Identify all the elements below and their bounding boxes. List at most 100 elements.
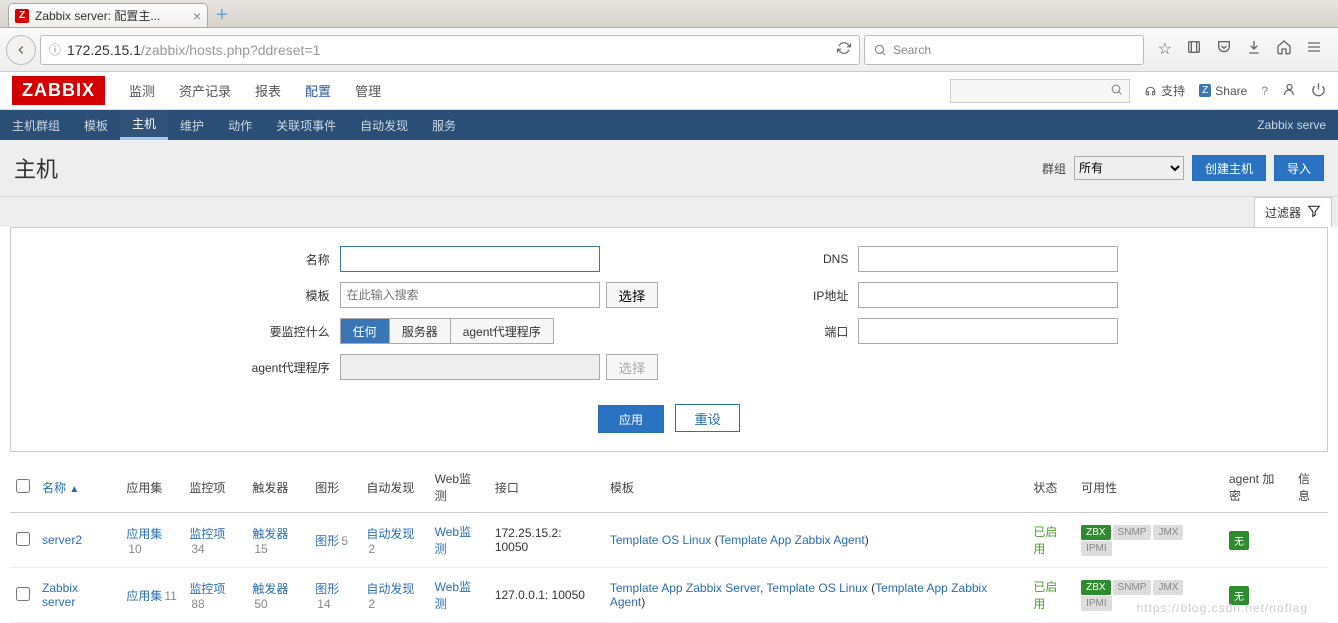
subnav-hosts[interactable]: 主机 <box>120 110 168 140</box>
zabbix-search[interactable] <box>950 79 1130 103</box>
col-templates[interactable]: 模板 <box>604 462 1027 513</box>
web-link[interactable]: Web监测 <box>435 580 471 611</box>
row-checkbox[interactable] <box>16 532 30 546</box>
items-count: 88 <box>191 597 204 611</box>
apps-link[interactable]: 应用集 <box>126 527 162 541</box>
monitor-opt-agent[interactable]: agent代理程序 <box>451 319 553 343</box>
host-name-link[interactable]: Zabbix server <box>42 581 78 609</box>
template-link[interactable]: Template App Zabbix Agent <box>719 533 865 547</box>
filter-apply-button[interactable]: 应用 <box>598 405 664 433</box>
info-cell <box>1292 513 1328 568</box>
avail-badge-ipmi: IPMI <box>1081 541 1112 556</box>
discovery-link[interactable]: 自动发现 <box>366 527 414 541</box>
discovery-link[interactable]: 自动发现 <box>366 582 414 596</box>
col-enc[interactable]: agent 加密 <box>1223 462 1292 513</box>
filter-reset-button[interactable]: 重设 <box>675 404 740 432</box>
template-link[interactable]: Template App Zabbix Server <box>610 581 760 595</box>
new-tab-button[interactable]: + <box>208 4 236 27</box>
avail-badge-zbx: ZBX <box>1081 525 1110 540</box>
select-all-checkbox[interactable] <box>16 479 30 493</box>
filter-name-input[interactable] <box>340 246 600 272</box>
browser-tab[interactable]: Z Zabbix server: 配置主... × <box>8 3 208 27</box>
subnav-actions[interactable]: 动作 <box>216 110 264 140</box>
nav-administration[interactable]: 管理 <box>345 71 391 110</box>
col-web[interactable]: Web监测 <box>429 462 489 513</box>
monitor-opt-any[interactable]: 任何 <box>341 319 390 343</box>
interface-cell: 127.0.0.1: 10050 <box>489 568 604 623</box>
nav-inventory[interactable]: 资产记录 <box>169 71 241 110</box>
subnav-maintenance[interactable]: 维护 <box>168 110 216 140</box>
search-icon <box>1110 83 1123 99</box>
interface-cell: 172.25.15.2: 10050 <box>489 513 604 568</box>
topnav-menu: 监测 资产记录 报表 配置 管理 <box>119 71 391 110</box>
templates-cell: Template App Zabbix Server, Template OS … <box>604 568 1027 623</box>
discovery-count: 2 <box>368 597 375 611</box>
user-icon[interactable] <box>1282 82 1297 100</box>
triggers-link[interactable]: 触发器 <box>252 582 288 596</box>
subnav-host-groups[interactable]: 主机群组 <box>0 110 72 140</box>
col-discovery[interactable]: 自动发现 <box>360 462 428 513</box>
filter-proxy-label: agent代理程序 <box>220 359 340 376</box>
nav-configuration[interactable]: 配置 <box>295 71 341 110</box>
items-link[interactable]: 监控项 <box>189 527 225 541</box>
encryption-badge: 无 <box>1229 531 1249 550</box>
col-name[interactable]: 名称 ▲ <box>36 462 120 513</box>
col-info[interactable]: 信息 <box>1292 462 1328 513</box>
filter-port-input[interactable] <box>858 318 1118 344</box>
filter-template-select-button[interactable]: 选择 <box>606 282 659 308</box>
template-link[interactable]: Template OS Linux <box>610 533 711 547</box>
zabbix-logo[interactable]: ZABBIX <box>12 76 105 105</box>
create-host-button[interactable]: 创建主机 <box>1192 155 1266 181</box>
apps-link[interactable]: 应用集 <box>126 589 162 603</box>
filter-dns-input[interactable] <box>858 246 1118 272</box>
url-bar[interactable]: ⓘ 172.25.15.1/zabbix/hosts.php?ddreset=1 <box>40 35 860 65</box>
group-select[interactable]: 所有 <box>1074 156 1184 180</box>
pocket-icon[interactable] <box>1216 39 1232 60</box>
menu-icon[interactable] <box>1306 39 1322 60</box>
downloads-icon[interactable] <box>1246 39 1262 60</box>
row-checkbox[interactable] <box>16 587 30 601</box>
host-name-link[interactable]: server2 <box>42 533 82 547</box>
graphs-link[interactable]: 图形 <box>315 582 339 596</box>
nav-monitoring[interactable]: 监测 <box>119 71 165 110</box>
status-link[interactable]: 已启用 <box>1033 580 1057 611</box>
close-tab-icon[interactable]: × <box>193 9 201 23</box>
subnav-discovery[interactable]: 自动发现 <box>348 110 420 140</box>
site-info-icon[interactable]: ⓘ <box>49 41 61 58</box>
filter-tab[interactable]: 过滤器 <box>1254 197 1332 227</box>
browser-toolbar-icons: ☆ <box>1148 39 1332 60</box>
support-link[interactable]: 支持 <box>1144 82 1185 99</box>
nav-reports[interactable]: 报表 <box>245 71 291 110</box>
share-link[interactable]: Z Share <box>1199 84 1247 98</box>
col-apps[interactable]: 应用集 <box>120 462 183 513</box>
filter-monitor-label: 要监控什么 <box>220 323 340 340</box>
subnav-templates[interactable]: 模板 <box>72 110 120 140</box>
filter-template-input[interactable] <box>340 282 600 308</box>
power-icon[interactable] <box>1311 82 1326 100</box>
back-button[interactable] <box>6 35 36 65</box>
col-iface[interactable]: 接口 <box>489 462 604 513</box>
filter-ip-input[interactable] <box>858 282 1118 308</box>
triggers-link[interactable]: 触发器 <box>252 527 288 541</box>
bookmark-icon[interactable]: ☆ <box>1158 39 1172 60</box>
items-link[interactable]: 监控项 <box>189 582 225 596</box>
headset-icon <box>1144 84 1157 97</box>
col-items[interactable]: 监控项 <box>183 462 246 513</box>
col-triggers[interactable]: 触发器 <box>246 462 309 513</box>
help-icon[interactable]: ? <box>1261 84 1268 98</box>
subnav-services[interactable]: 服务 <box>420 110 468 140</box>
col-status[interactable]: 状态 <box>1027 462 1075 513</box>
col-avail[interactable]: 可用性 <box>1075 462 1223 513</box>
reload-icon[interactable] <box>837 41 855 58</box>
subnav-correlation[interactable]: 关联项事件 <box>264 110 348 140</box>
col-graphs[interactable]: 图形 <box>309 462 360 513</box>
avail-badge-snmp: SNMP <box>1113 580 1152 595</box>
triggers-count: 15 <box>254 542 267 556</box>
template-link[interactable]: Template OS Linux <box>766 581 867 595</box>
library-icon[interactable] <box>1186 39 1202 60</box>
home-icon[interactable] <box>1276 39 1292 60</box>
import-button[interactable]: 导入 <box>1274 155 1324 181</box>
browser-search[interactable]: Search <box>864 35 1144 65</box>
table-row: Zabbix server 应用集11 监控项88 触发器50 图形14 自动发… <box>10 568 1328 623</box>
monitor-opt-server[interactable]: 服务器 <box>390 319 451 343</box>
